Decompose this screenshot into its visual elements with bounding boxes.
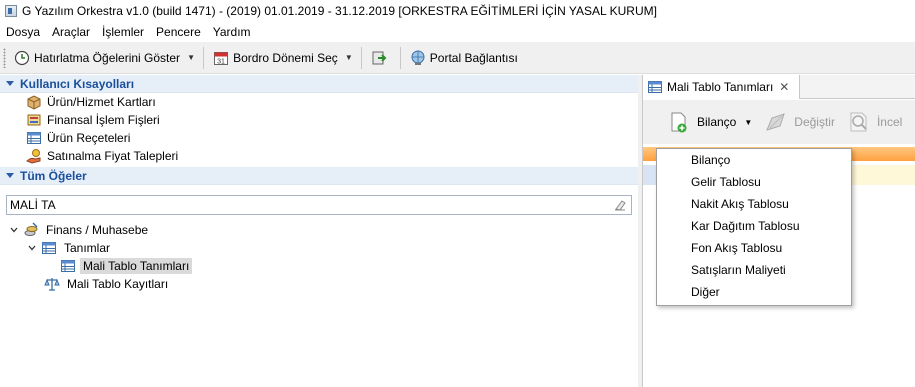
tree-node-label: Mali Tablo Kayıtları: [67, 277, 169, 291]
table-icon: [60, 258, 76, 274]
new-document-icon: [667, 110, 691, 134]
portal-connection-label: Portal Bağlantısı: [429, 50, 518, 65]
bilanco-label: Bilanço: [697, 115, 737, 129]
collapse-triangle-icon[interactable]: [6, 81, 14, 86]
tab-label: Mali Tablo Tanımları: [667, 80, 774, 94]
grid-row-indicator: [643, 165, 657, 185]
menu-bar: Dosya Araçlar İşlemler Pencere Yardım: [0, 22, 915, 42]
menu-dosya[interactable]: Dosya: [0, 25, 46, 39]
globe-icon: [410, 50, 426, 66]
tree-node-finans[interactable]: Finans / Muhasebe: [0, 221, 638, 239]
menu-item-diger[interactable]: Diğer: [657, 281, 851, 303]
tab-strip: Mali Tablo Tanımları ✕: [643, 75, 915, 99]
box-icon: [26, 94, 42, 110]
bilanco-dropdown-menu: Bilanço Gelir Tablosu Nakit Akış Tablosu…: [656, 148, 852, 306]
chevron-down-icon[interactable]: [26, 242, 38, 254]
collapse-triangle-icon[interactable]: [6, 173, 14, 178]
reminder-label: Hatırlatma Öğelerini Göster: [34, 50, 181, 65]
toolbar-separator: [399, 46, 401, 69]
user-shortcuts-header[interactable]: Kullanıcı Kısayolları: [0, 75, 638, 93]
payroll-dropdown-arrow[interactable]: ▼: [342, 46, 356, 70]
menu-item-nakit-akis-tablosu[interactable]: Nakit Akış Tablosu: [657, 193, 851, 215]
table-icon: [41, 240, 57, 256]
close-icon[interactable]: ✕: [779, 80, 789, 94]
payroll-period-button[interactable]: 31 Bordro Dönemi Seç: [209, 46, 342, 70]
menu-yardim[interactable]: Yardım: [207, 25, 257, 39]
degistir-button[interactable]: Değiştir: [764, 107, 835, 137]
calendar-icon: 31: [213, 50, 229, 66]
svg-text:31: 31: [217, 58, 225, 65]
shortcut-purchase-price-requests[interactable]: Satınalma Fiyat Talepleri: [0, 147, 638, 165]
menu-araclar[interactable]: Araçlar: [46, 25, 96, 39]
table-icon: [647, 79, 663, 95]
bilanco-new-button[interactable]: Bilanço ▼: [667, 107, 764, 137]
export-icon: [371, 50, 387, 66]
document-stack-icon: [26, 112, 42, 128]
edit-icon: [764, 110, 788, 134]
reminder-dropdown-arrow[interactable]: ▼: [184, 46, 198, 70]
search-input[interactable]: [10, 198, 600, 212]
all-items-header[interactable]: Tüm Öğeler: [0, 167, 638, 185]
scale-icon: [44, 276, 60, 292]
table-icon: [26, 130, 42, 146]
eraser-icon[interactable]: [613, 198, 627, 212]
search-box[interactable]: [6, 195, 632, 215]
window-title: G Yazılım Orkestra v1.0 (build 1471) - (…: [22, 4, 657, 18]
navigator-pane: Kullanıcı Kısayolları Ürün/Hizmet Kartla…: [0, 75, 638, 387]
tree-node-mali-tablo-tanimlari[interactable]: Mali Tablo Tanımları: [0, 257, 638, 275]
coins-icon: [23, 222, 39, 238]
tree-node-mali-tablo-kayitlari[interactable]: Mali Tablo Kayıtları: [0, 275, 638, 293]
degistir-label: Değiştir: [794, 115, 835, 129]
tree-node-label: Mali Tablo Tanımları: [80, 258, 193, 274]
menu-item-kar-dagitim-tablosu[interactable]: Kar Dağıtım Tablosu: [657, 215, 851, 237]
app-icon: [5, 5, 17, 17]
all-items-title: Tüm Öğeler: [20, 168, 87, 183]
chevron-down-icon[interactable]: ▼: [744, 118, 752, 127]
shortcut-label: Finansal İşlem Fişleri: [47, 113, 160, 127]
payroll-period-label: Bordro Dönemi Seç: [233, 50, 338, 65]
menu-item-satislarin-maliyeti[interactable]: Satışların Maliyeti: [657, 259, 851, 281]
user-shortcuts-title: Kullanıcı Kısayolları: [20, 76, 135, 91]
shortcut-product-recipes[interactable]: Ürün Reçeteleri: [0, 129, 638, 147]
toolbar-separator: [203, 46, 205, 69]
hand-coins-icon: [26, 148, 42, 164]
portal-connection-button[interactable]: Portal Bağlantısı: [406, 46, 522, 70]
tree-node-tanimlar[interactable]: Tanımlar: [0, 239, 638, 257]
shortcut-product-cards[interactable]: Ürün/Hizmet Kartları: [0, 93, 638, 111]
definition-toolbar: Bilanço ▼ Değiştir İncel: [643, 100, 915, 144]
shortcut-label: Ürün Reçeteleri: [47, 131, 131, 145]
tree-node-label: Finans / Muhasebe: [46, 223, 149, 237]
shortcut-label: Ürün/Hizmet Kartları: [47, 95, 156, 109]
title-bar: G Yazılım Orkestra v1.0 (build 1471) - (…: [0, 0, 915, 22]
menu-pencere[interactable]: Pencere: [150, 25, 207, 39]
magnifier-icon: [847, 110, 871, 134]
export-button[interactable]: [367, 46, 395, 70]
chevron-down-icon[interactable]: [8, 224, 20, 236]
reminder-button[interactable]: Hatırlatma Öğelerini Göster: [10, 46, 184, 70]
incele-button[interactable]: İncel: [847, 107, 902, 137]
main-toolbar: Hatırlatma Öğelerini Göster ▼ 31 Bordro …: [0, 42, 915, 74]
incele-label: İncel: [876, 115, 903, 129]
shortcut-financial-vouchers[interactable]: Finansal İşlem Fişleri: [0, 111, 638, 129]
clock-icon: [14, 50, 30, 66]
toolbar-grip[interactable]: [3, 47, 6, 68]
tab-mali-tablo-tanimlari[interactable]: Mali Tablo Tanımları ✕: [643, 75, 800, 99]
menu-item-gelir-tablosu[interactable]: Gelir Tablosu: [657, 171, 851, 193]
menu-islemler[interactable]: İşlemler: [96, 25, 150, 39]
toolbar-separator: [360, 46, 362, 69]
menu-tree: Finans / Muhasebe Tanımlar Mali Tablo Ta…: [0, 221, 638, 293]
menu-item-fon-akis-tablosu[interactable]: Fon Akış Tablosu: [657, 237, 851, 259]
tree-node-label: Tanımlar: [64, 241, 111, 255]
shortcut-label: Satınalma Fiyat Talepleri: [47, 149, 179, 163]
menu-item-bilanco[interactable]: Bilanço: [657, 149, 851, 171]
